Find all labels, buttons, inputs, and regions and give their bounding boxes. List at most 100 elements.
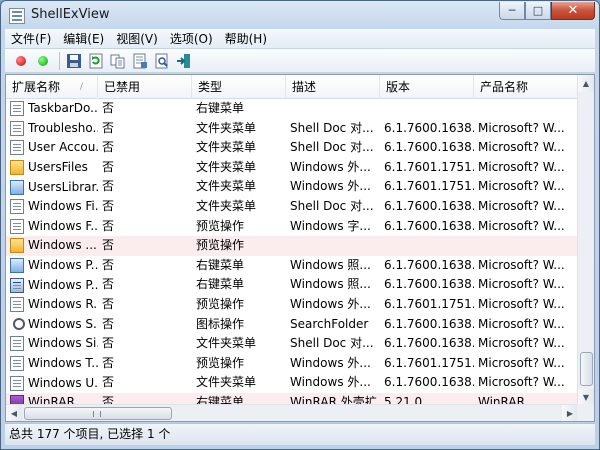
- photo-document-icon: [10, 277, 24, 293]
- cell-type: 预览操作: [196, 218, 245, 233]
- copy-icon: [110, 54, 125, 68]
- table-row[interactable]: Windows P... 否 右键菜单 Windows 照... 6.1.760…: [6, 275, 578, 295]
- table-row[interactable]: TaskbarDo... 否 右键菜单: [6, 99, 578, 119]
- cell-version: [380, 99, 474, 119]
- row-name: User Accou...: [28, 140, 98, 155]
- cell-name: UsersFiles: [6, 158, 98, 178]
- cell-name: Windows F...: [6, 217, 98, 237]
- menu-file[interactable]: 文件(F): [5, 30, 57, 47]
- refresh-button[interactable]: [86, 51, 106, 71]
- vertical-scroll-thumb[interactable]: [580, 352, 593, 386]
- row-name: Windows P...: [28, 258, 98, 273]
- cell-name: Windows S...: [6, 315, 98, 335]
- exit-button[interactable]: [174, 51, 194, 71]
- properties-button[interactable]: [130, 51, 150, 71]
- cell-type: 文件夹菜单: [196, 336, 257, 351]
- scroll-right-icon[interactable]: ▶: [562, 405, 578, 421]
- cell-name: Windows R...: [6, 295, 98, 315]
- cell-description: Windows 外...: [290, 355, 371, 370]
- cell-product: Microsoft? W...: [478, 277, 565, 292]
- table-row[interactable]: Windows ... 否 预览操作: [6, 236, 578, 256]
- cell-name: UsersLibrar...: [6, 177, 98, 197]
- title-bar[interactable]: ShellExView ─ □ ✕: [1, 1, 599, 29]
- table-row[interactable]: Windows T... 否 预览操作 Windows 外... 6.1.760…: [6, 354, 578, 374]
- disable-button[interactable]: [11, 51, 31, 71]
- find-icon: [155, 53, 168, 68]
- table-row[interactable]: Troublesho... 否 文件夹菜单 Shell Doc 对... 6.1…: [6, 119, 578, 139]
- find-button[interactable]: [152, 51, 172, 71]
- table-row[interactable]: Windows P... 否 右键菜单 Windows 照... 6.1.760…: [6, 256, 578, 276]
- maximize-button[interactable]: □: [525, 2, 551, 20]
- cell-type: 文件夹菜单: [196, 120, 257, 135]
- column-header-name[interactable]: 扩展名称 /: [6, 75, 98, 99]
- menu-options[interactable]: 选项(O): [164, 30, 219, 47]
- scroll-up-icon[interactable]: ▲: [578, 75, 594, 92]
- table-row[interactable]: Windows R... 否 预览操作 Windows 外... 6.1.760…: [6, 295, 578, 315]
- cell-description: Windows 字...: [290, 218, 371, 233]
- horizontal-scrollbar[interactable]: ◀ ▶: [6, 404, 578, 421]
- list-header: 扩展名称 / 已禁用 类型 描述 版本 产品名称: [6, 75, 578, 99]
- cell-type: 预览操作: [196, 296, 245, 311]
- cell-product: [474, 99, 578, 119]
- status-bar: 总共 177 个项目, 已选择 1 个: [5, 423, 595, 445]
- scroll-left-icon[interactable]: ◀: [6, 405, 22, 421]
- cell-product: Microsoft? W...: [478, 120, 565, 135]
- cell-disabled: 否: [102, 257, 115, 272]
- cell-version: 6.1.7600.1638...: [384, 375, 474, 390]
- cell-type: 预览操作: [196, 355, 245, 370]
- table-row[interactable]: Windows Fi... 否 文件夹菜单 Shell Doc 对... 6.1…: [6, 197, 578, 217]
- table-row[interactable]: Windows U... 否 文件夹菜单 Windows 外... 6.1.76…: [6, 373, 578, 393]
- list-rows: TaskbarDo... 否 右键菜单 Troublesho... 否 文件夹菜…: [6, 99, 578, 413]
- cell-version: 6.1.7600.1638...: [384, 218, 474, 233]
- cell-product: Microsoft? W...: [478, 218, 565, 233]
- cell-product: Microsoft? W...: [478, 257, 565, 272]
- menu-help[interactable]: 帮助(H): [219, 30, 273, 47]
- cell-description: Shell Doc 对...: [290, 336, 374, 351]
- toolbar: [5, 49, 595, 73]
- cell-version: 6.1.7600.1638...: [384, 120, 474, 135]
- table-row[interactable]: User Accou... 否 文件夹菜单 Shell Doc 对... 6.1…: [6, 138, 578, 158]
- table-row[interactable]: Windows Si... 否 文件夹菜单 Shell Doc 对... 6.1…: [6, 334, 578, 354]
- column-header-disabled[interactable]: 已禁用: [98, 75, 192, 99]
- column-header-description[interactable]: 描述: [286, 75, 380, 99]
- save-button[interactable]: [64, 51, 84, 71]
- table-row[interactable]: Windows S... 否 图标操作 SearchFolder 6.1.760…: [6, 315, 578, 335]
- enable-button[interactable]: [33, 51, 53, 71]
- table-row[interactable]: UsersFiles 否 文件夹菜单 Windows 外... 6.1.7601…: [6, 158, 578, 178]
- menu-edit[interactable]: 编辑(E): [57, 30, 110, 47]
- cell-name: Windows Fi...: [6, 197, 98, 217]
- cell-description: Shell Doc 对...: [290, 120, 374, 135]
- cell-product: Microsoft? W...: [478, 296, 565, 311]
- table-row[interactable]: UsersLibrar... 否 文件夹菜单 Windows 外... 6.1.…: [6, 177, 578, 197]
- extension-list[interactable]: 扩展名称 / 已禁用 类型 描述 版本 产品名称 TaskbarDo... 否 …: [5, 74, 595, 422]
- cell-description: [286, 99, 380, 119]
- app-icon: [9, 8, 25, 24]
- cell-type: 预览操作: [196, 238, 245, 253]
- cell-type: 文件夹菜单: [196, 198, 257, 213]
- close-button[interactable]: ✕: [551, 2, 595, 20]
- row-name: Windows P...: [28, 277, 98, 292]
- cell-disabled: 否: [102, 198, 115, 213]
- cell-version: 6.1.7601.1751...: [384, 296, 474, 311]
- row-name: Windows Si...: [28, 336, 98, 351]
- column-header-type[interactable]: 类型: [192, 75, 286, 99]
- menu-view[interactable]: 视图(V): [110, 30, 164, 47]
- cell-disabled: 否: [102, 375, 115, 390]
- cell-version: 6.1.7600.1638...: [384, 336, 474, 351]
- copy-button[interactable]: [108, 51, 128, 71]
- column-header-product[interactable]: 产品名称: [474, 75, 578, 99]
- photo-icon: [10, 258, 24, 274]
- cell-version: 6.1.7600.1638...: [384, 277, 474, 292]
- cell-disabled: 否: [102, 336, 115, 351]
- vertical-scrollbar[interactable]: ▲ ▼: [577, 75, 594, 406]
- horizontal-scroll-thumb[interactable]: [24, 407, 172, 420]
- cell-product: Microsoft? W...: [478, 198, 565, 213]
- cell-name: TaskbarDo...: [6, 99, 98, 119]
- table-row[interactable]: Windows F... 否 预览操作 Windows 字... 6.1.760…: [6, 217, 578, 237]
- minimize-button[interactable]: ─: [499, 2, 525, 20]
- cell-product: Microsoft? W...: [478, 140, 565, 155]
- cell-description: Windows 外...: [290, 179, 371, 194]
- cell-name: Troublesho...: [6, 119, 98, 139]
- cell-product: Microsoft? W...: [478, 316, 565, 331]
- column-header-version[interactable]: 版本: [380, 75, 474, 99]
